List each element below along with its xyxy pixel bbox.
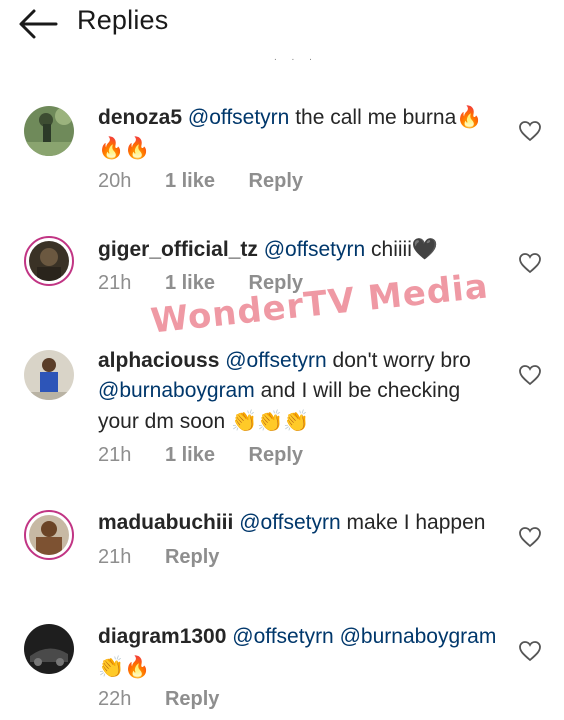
comment-meta: 21h 1 like Reply — [98, 444, 331, 467]
heart-icon[interactable] — [518, 120, 542, 142]
heart-icon[interactable] — [518, 640, 542, 662]
heart-icon[interactable] — [518, 364, 542, 386]
comment-text: denoza5 @offsetyrn the call me burna🔥🔥🔥 — [98, 102, 506, 164]
avatar[interactable] — [24, 624, 74, 674]
comment-mention-secondary[interactable]: @burnaboygram — [340, 625, 497, 648]
reply-button[interactable]: Reply — [249, 272, 303, 294]
reply-button[interactable]: Reply — [165, 546, 219, 568]
comment-username[interactable]: giger_official_tz — [98, 238, 258, 261]
avatar[interactable] — [24, 236, 74, 286]
comment-body: don't worry bro — [326, 349, 471, 372]
comment-body: make I happen — [340, 511, 486, 534]
comment-text: maduabuchiii @offsetyrn make I happen — [98, 508, 506, 538]
avatar[interactable] — [24, 350, 74, 400]
clap-emoji: 👏👏👏 — [231, 409, 310, 433]
comment-likes[interactable]: 1 like — [165, 272, 215, 294]
comment-likes[interactable]: 1 like — [165, 170, 215, 192]
comment-mention[interactable]: @offsetyrn — [264, 238, 365, 261]
comment-likes[interactable]: 1 like — [165, 444, 215, 466]
comment-text: diagram1300 @offsetyrn @burnaboygram 👏🔥 — [98, 622, 506, 683]
arrow-left-icon[interactable] — [18, 8, 58, 40]
comment-username[interactable]: denoza5 — [98, 106, 182, 129]
reply-button[interactable]: Reply — [249, 444, 303, 466]
reply-button[interactable]: Reply — [249, 170, 303, 192]
comment-time: 21h — [98, 272, 132, 294]
comment-body: chiiii — [365, 238, 412, 261]
comment-text: alphaciouss @offsetyrn don't worry bro @… — [98, 346, 506, 437]
comment-username[interactable]: alphaciouss — [98, 349, 219, 372]
comment-time: 20h — [98, 170, 132, 192]
avatar[interactable] — [24, 510, 74, 560]
comment-body: the call me burna — [289, 106, 457, 129]
reply-button[interactable]: Reply — [165, 688, 219, 710]
comment-meta: 20h 1 like Reply — [98, 170, 331, 193]
comment-mention[interactable]: @offsetyrn — [232, 625, 333, 648]
comment-username[interactable]: diagram1300 — [98, 625, 226, 648]
comment-meta: 21h 1 like Reply — [98, 272, 331, 295]
black-heart-emoji: 🖤 — [411, 237, 439, 261]
comment-mention[interactable]: @offsetyrn — [188, 106, 289, 129]
comment-text: giger_official_tz @offsetyrn chiiii🖤 — [98, 234, 506, 265]
comment-time: 22h — [98, 688, 132, 710]
comment-mention-secondary[interactable]: @burnaboygram — [98, 379, 255, 402]
header-bar: Replies — [0, 0, 564, 50]
avatar[interactable] — [24, 106, 74, 156]
comment-username[interactable]: maduabuchiii — [98, 511, 233, 534]
comment-mention[interactable]: @offsetyrn — [225, 349, 326, 372]
heart-icon[interactable] — [518, 252, 542, 274]
more-replies-indicator[interactable]: . . . — [274, 52, 318, 63]
comment-meta: 22h Reply — [98, 688, 247, 711]
comment-time: 21h — [98, 546, 132, 568]
heart-icon[interactable] — [518, 526, 542, 548]
page-title: Replies — [77, 5, 169, 35]
clap-fire-emoji: 👏🔥 — [98, 655, 151, 679]
comment-mention[interactable]: @offsetyrn — [239, 511, 340, 534]
comment-time: 21h — [98, 444, 132, 466]
comment-meta: 21h Reply — [98, 546, 247, 569]
